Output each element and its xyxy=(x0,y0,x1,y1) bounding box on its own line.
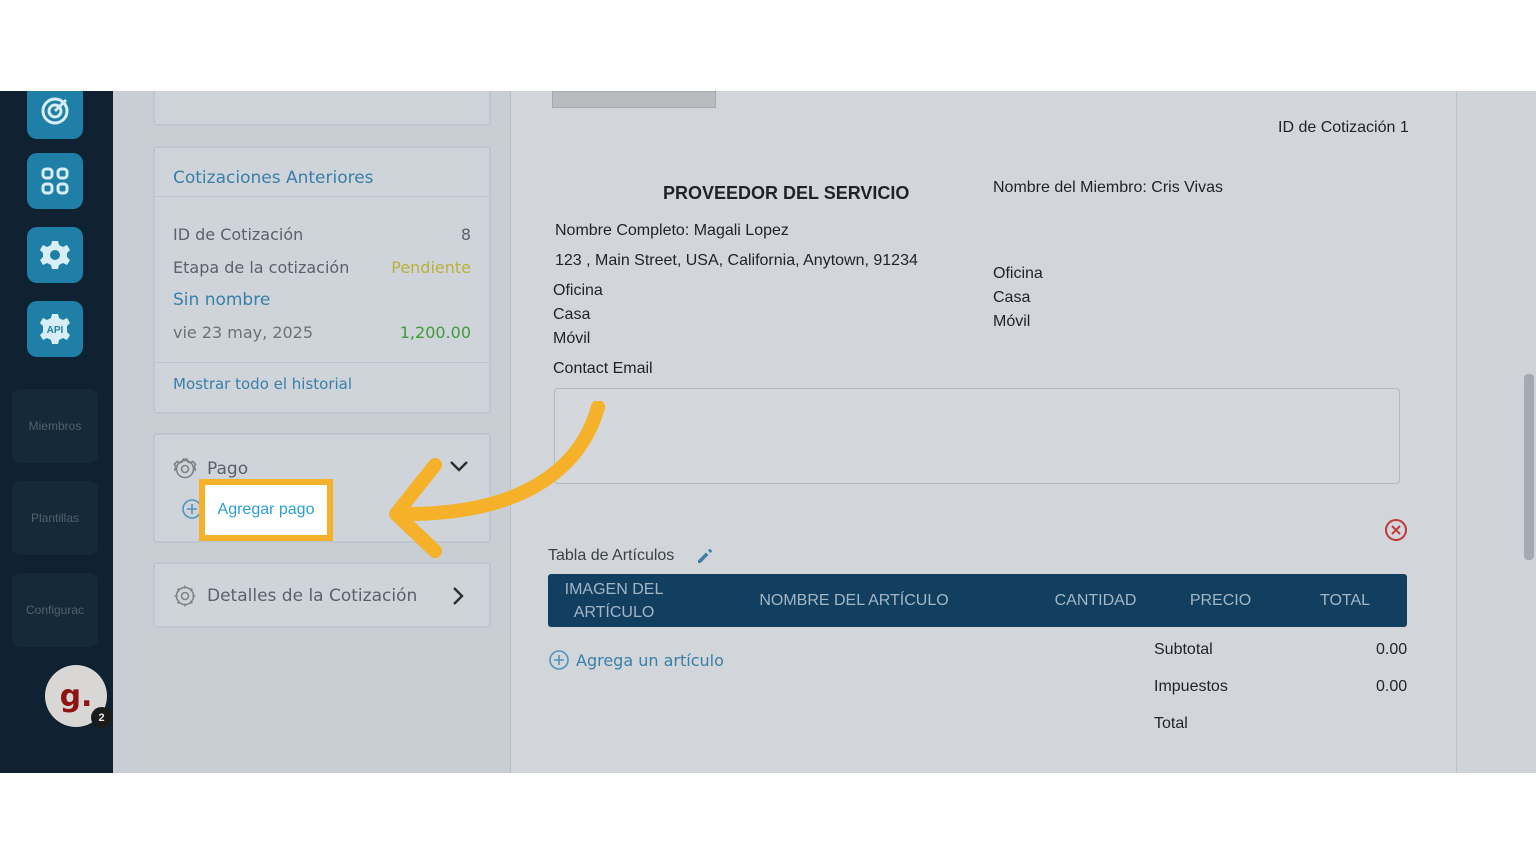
add-payment-label: Agregar pago xyxy=(217,501,315,518)
add-item-button[interactable]: Agrega un artículo xyxy=(548,649,724,671)
app-window: API Miembros Plantillas Configurac g. 2 … xyxy=(0,91,1536,773)
contact-email-field[interactable] xyxy=(554,388,1400,484)
grid-icon[interactable] xyxy=(27,153,83,209)
payment-title: Pago xyxy=(207,459,249,479)
close-circle-icon[interactable] xyxy=(1384,518,1408,542)
gear-icon[interactable] xyxy=(27,227,83,283)
divider xyxy=(155,196,489,197)
sidebar-item-label: Plantillas xyxy=(30,511,80,525)
notification-badge: 2 xyxy=(91,707,112,728)
gear-icon xyxy=(174,585,196,607)
column-header-price: PRECIO xyxy=(1189,592,1252,609)
tax-label: Impuestos xyxy=(1154,678,1228,695)
quote-details-title: Detalles de la Cotización xyxy=(207,586,418,606)
sidebar: API Miembros Plantillas Configurac g. 2 xyxy=(0,91,113,773)
logo-placeholder xyxy=(552,91,716,108)
show-history-link[interactable]: Mostrar todo el historial xyxy=(173,375,352,393)
member-name: Nombre del Miembro: Cris Vivas xyxy=(993,179,1223,196)
quote-stage-label: Etapa de la cotización xyxy=(173,258,350,277)
divider xyxy=(155,362,489,363)
member-phone-home: Casa xyxy=(993,289,1031,306)
provider-phone-mobile: Móvil xyxy=(553,330,591,347)
chevron-right-icon[interactable] xyxy=(451,586,465,606)
quote-date: vie 23 may, 2025 xyxy=(173,323,314,342)
api-icon[interactable]: API xyxy=(27,301,83,357)
member-phone-mobile: Móvil xyxy=(993,313,1031,330)
items-table-header: IMAGEN DEL ARTÍCULO NOMBRE DEL ARTÍCULO … xyxy=(548,574,1407,627)
add-item-label: Agrega un artículo xyxy=(576,650,724,670)
quote-side-panel: Cotizaciones Anteriores ID de Cotización… xyxy=(113,91,511,773)
provider-phone-home: Casa xyxy=(553,306,591,323)
sidebar-item-miembros[interactable]: Miembros xyxy=(12,389,98,463)
quote-id-label: ID de Cotización xyxy=(173,225,304,244)
column-header-quantity: CANTIDAD xyxy=(1054,592,1137,609)
column-header-image: IMAGEN DEL ARTÍCULO xyxy=(564,580,664,621)
sidebar-item-configuracion[interactable]: Configurac xyxy=(12,573,98,647)
previous-card xyxy=(153,91,491,126)
quote-amount: 1,200.00 xyxy=(399,323,471,342)
status-badge: Pendiente xyxy=(391,258,471,277)
plus-circle-icon xyxy=(549,650,569,670)
provider-heading: PROVEEDOR DEL SERVICIO xyxy=(663,183,910,203)
sidebar-item-plantillas[interactable]: Plantillas xyxy=(12,481,98,555)
quote-name-link[interactable]: Sin nombre xyxy=(173,290,270,310)
contact-email-label: Contact Email xyxy=(553,360,653,377)
previous-quotes-card: Cotizaciones Anteriores ID de Cotización… xyxy=(153,146,491,414)
previous-quotes-title: Cotizaciones Anteriores xyxy=(173,168,374,188)
items-table-label: Tabla de Artículos xyxy=(548,547,675,564)
member-phone-office: Oficina xyxy=(993,265,1043,282)
quote-preview: ID de Cotización 1 PROVEEDOR DEL SERVICI… xyxy=(511,91,1456,773)
avatar-letter: g. xyxy=(59,678,93,714)
chevron-down-icon[interactable] xyxy=(449,459,469,473)
quote-id-heading: ID de Cotización 1 xyxy=(1278,119,1409,136)
column-header-name: NOMBRE DEL ARTÍCULO xyxy=(759,592,949,609)
quote-details-card[interactable]: Detalles de la Cotización xyxy=(153,562,491,628)
sidebar-item-label: Configurac xyxy=(25,603,85,617)
provider-full-name: Nombre Completo: Magali Lopez xyxy=(555,222,789,239)
total-label: Total xyxy=(1154,715,1188,732)
provider-address: 123 , Main Street, USA, California, Anyt… xyxy=(555,252,918,269)
subtotal-label: Subtotal xyxy=(1154,641,1213,658)
pencil-icon[interactable] xyxy=(696,547,714,565)
quote-id-value: 8 xyxy=(460,225,471,244)
column-header-total: TOTAL xyxy=(1319,592,1371,609)
add-payment-button[interactable]: Agregar pago xyxy=(199,479,333,541)
target-icon[interactable] xyxy=(27,91,83,139)
gear-icon xyxy=(173,458,197,479)
sidebar-item-label: Miembros xyxy=(28,419,82,433)
scrollbar[interactable] xyxy=(1524,374,1534,560)
tax-value: 0.00 xyxy=(1376,678,1408,695)
api-label: API xyxy=(47,325,64,336)
subtotal-value: 0.00 xyxy=(1376,641,1408,658)
provider-phone-office: Oficina xyxy=(553,282,603,299)
